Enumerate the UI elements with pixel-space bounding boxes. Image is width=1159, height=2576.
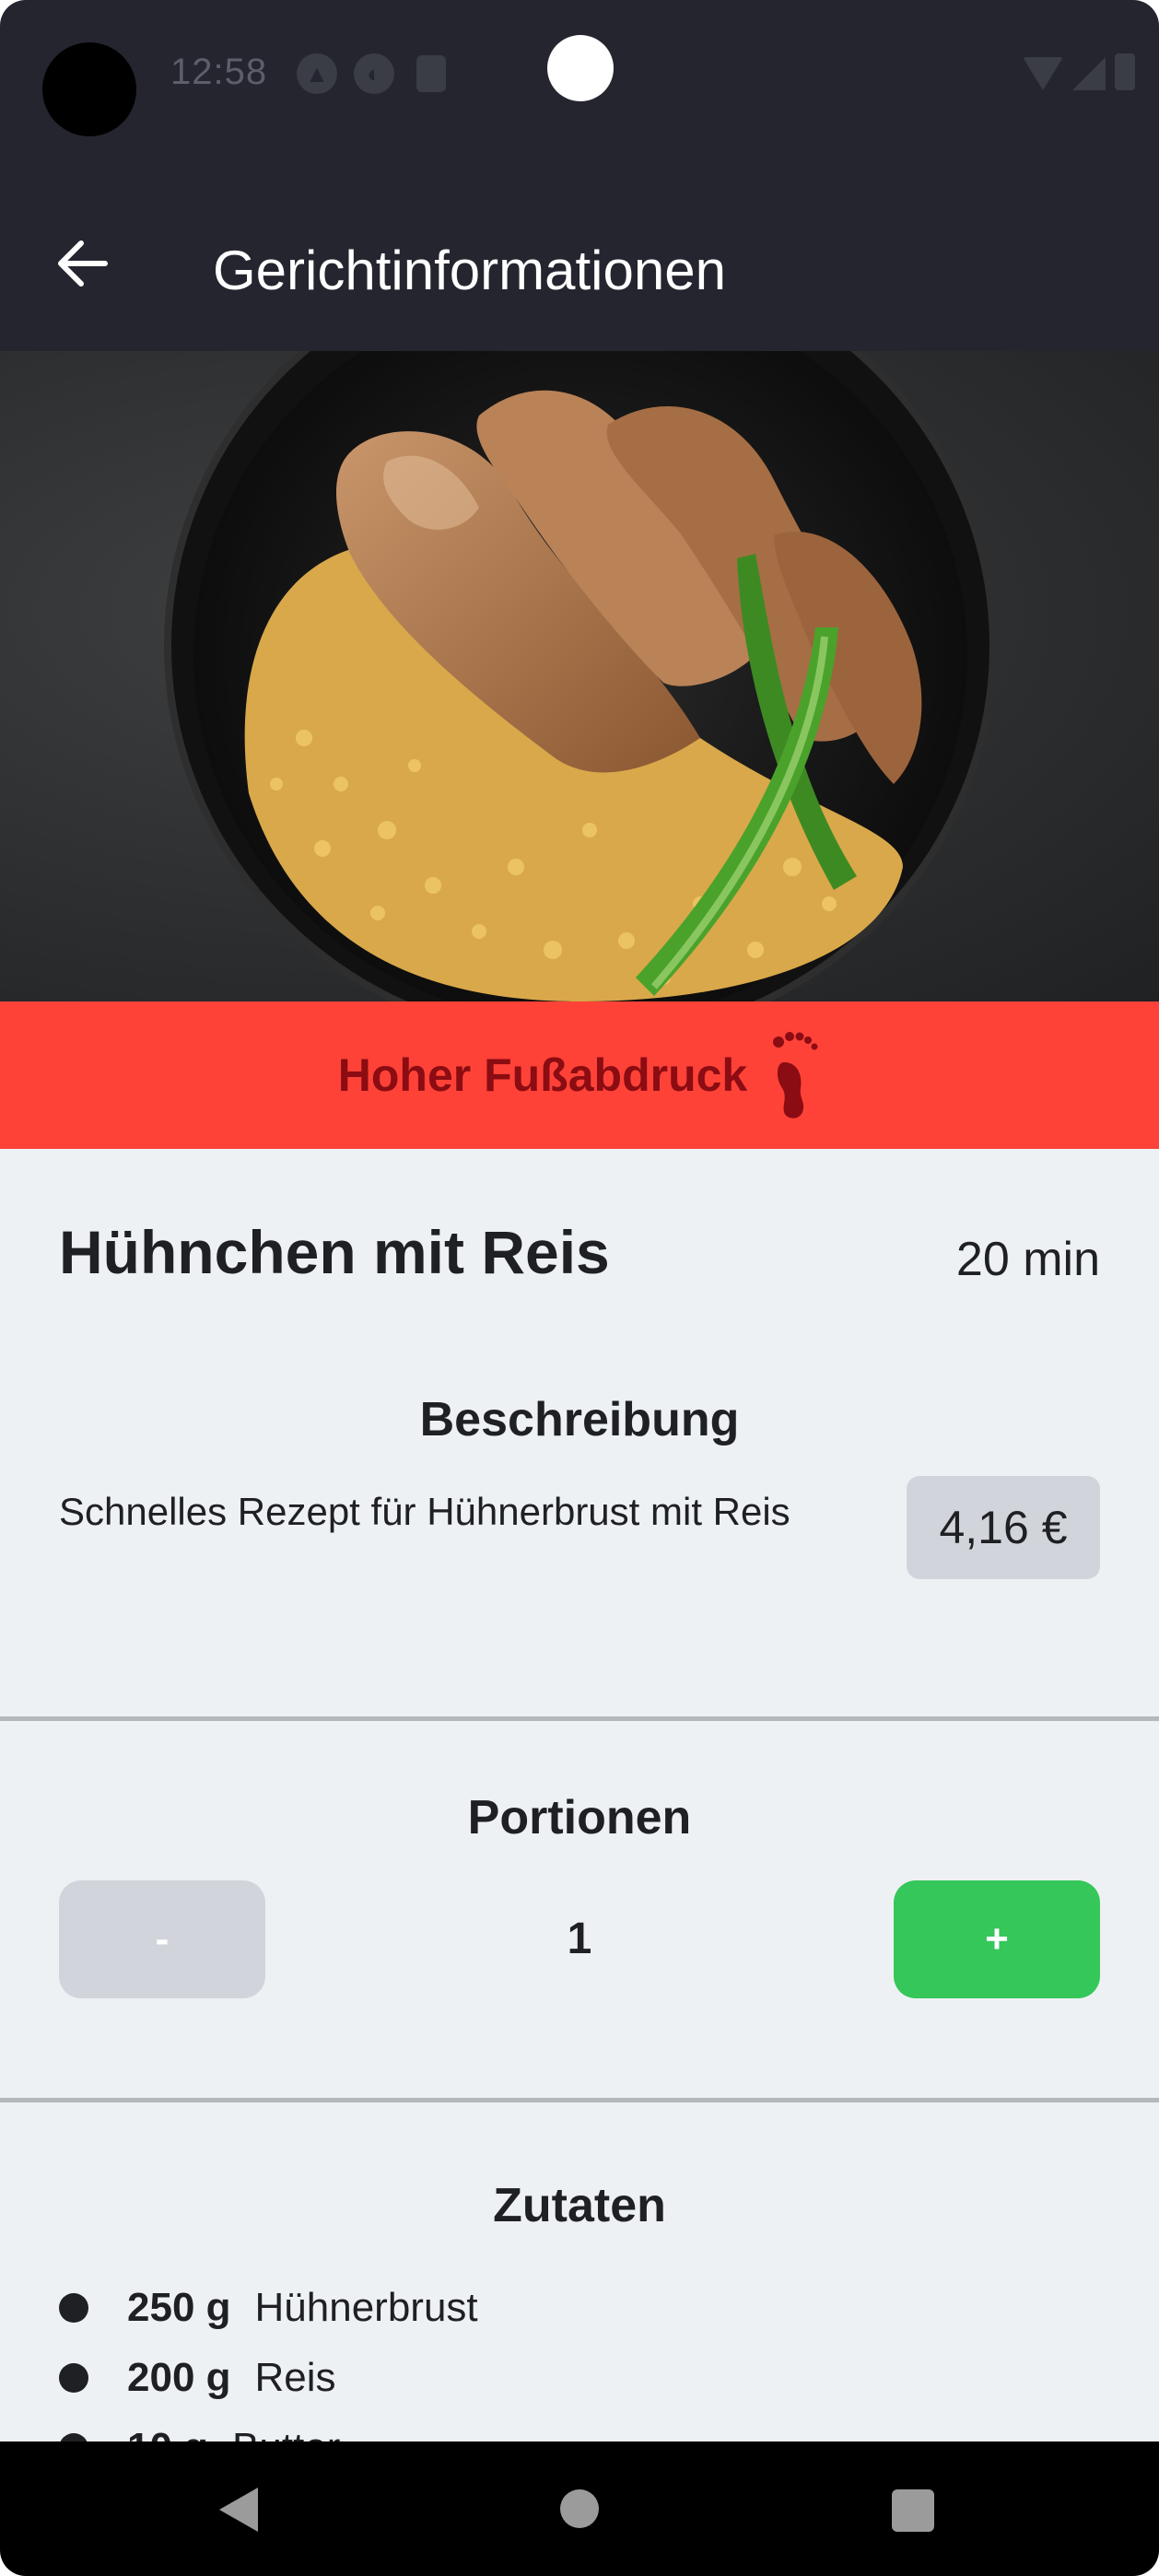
recents-square-icon[interactable]: [892, 2489, 934, 2532]
footprint-icon: [773, 1032, 818, 1118]
ingredients-title: Zutaten: [493, 2179, 666, 2232]
ingredient-quantity: 250 g: [127, 2285, 231, 2330]
p-icon: ◐: [354, 53, 394, 94]
back-triangle-icon[interactable]: [219, 2488, 258, 2532]
sd-card-icon: [416, 55, 446, 92]
a-icon: ▲: [297, 53, 337, 94]
front-sensor-dot: [547, 35, 614, 101]
bullet-icon: [59, 2293, 88, 2323]
status-system-icons: [1023, 53, 1135, 90]
footprint-banner: Hoher Fußabdruck: [0, 1001, 1159, 1149]
chicken-rice-bowl-image: [164, 351, 997, 1001]
ingredient-quantity: 200 g: [127, 2355, 231, 2400]
camera-cutout: [42, 42, 136, 136]
dish-photo: [0, 351, 1159, 1001]
price-badge: 4,16 €: [907, 1476, 1100, 1579]
wifi-icon: [1023, 57, 1063, 90]
list-item: 250 g Hühnerbrust: [59, 2273, 478, 2343]
increase-portions-button[interactable]: +: [894, 1880, 1100, 1998]
signal-icon: [1072, 57, 1106, 90]
page-title: Gerichtinformationen: [213, 240, 726, 301]
system-navigation-bar: [0, 2441, 1159, 2576]
status-time: 12:58: [170, 52, 268, 92]
divider: [0, 2098, 1159, 2102]
battery-icon: [1115, 53, 1135, 90]
top-app-bar: 12:58 ▲ ◐ Gerichtinformationen: [0, 0, 1159, 351]
description-text: Schnelles Rezept für Hühnerbrust mit Rei…: [59, 1490, 790, 1533]
ingredient-name: Hühnerbrust: [254, 2285, 478, 2330]
bullet-icon: [59, 2363, 88, 2393]
status-notification-icons: ▲ ◐: [297, 53, 446, 94]
list-item: 200 g Reis: [59, 2343, 478, 2413]
divider: [0, 1716, 1159, 1721]
ingredient-name: Reis: [254, 2355, 336, 2400]
portions-title: Portionen: [467, 1791, 692, 1844]
footprint-label: Hoher Fußabdruck: [337, 1049, 748, 1101]
home-circle-icon[interactable]: [560, 2489, 599, 2528]
phone-screen: 12:58 ▲ ◐ Gerichtinformationen Hoher Fuß…: [0, 0, 1159, 2576]
dish-name: Hühnchen mit Reis: [59, 1218, 610, 1286]
description-title: Beschreibung: [419, 1393, 740, 1446]
arrow-left-icon[interactable]: [55, 236, 111, 291]
dish-time: 20 min: [955, 1233, 1100, 1286]
